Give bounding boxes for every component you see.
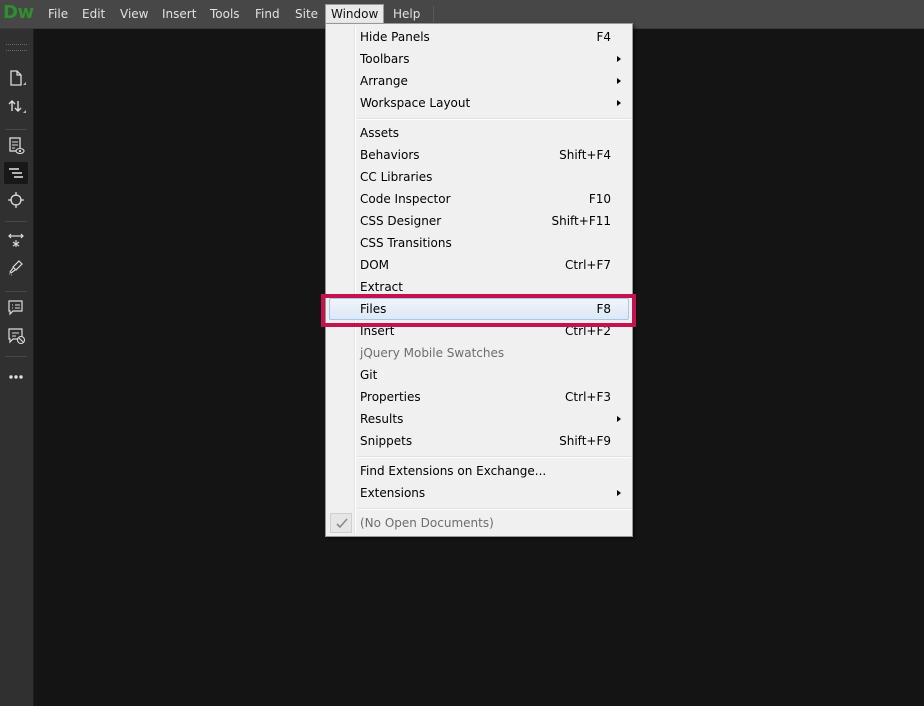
menuitem-label: Hide Panels [360, 30, 430, 44]
menuitem-label: CC Libraries [360, 170, 433, 184]
menuitem-shortcut: Shift+F9 [559, 434, 611, 448]
menuitem-label: CSS Transitions [360, 236, 452, 250]
menuitem-label: Find Extensions on Exchange... [360, 464, 547, 478]
menu-site[interactable]: Site [291, 5, 322, 23]
left-toolbar [0, 29, 34, 706]
toolbar-grip[interactable] [6, 44, 27, 51]
menuitem-workspace-layout[interactable]: Workspace Layout [329, 92, 629, 114]
menuitem-dom[interactable]: DOM Ctrl+F7 [329, 254, 629, 276]
menuitem-properties[interactable]: Properties Ctrl+F3 [329, 386, 629, 408]
menuitem-assets[interactable]: Assets [329, 122, 629, 144]
menuitem-no-open-documents: (No Open Documents) [329, 512, 629, 534]
inspect-icon[interactable] [4, 189, 28, 211]
menuitem-extensions[interactable]: Extensions [329, 482, 629, 504]
app-logo: Dw [3, 2, 34, 23]
menu-insert[interactable]: Insert [158, 5, 200, 23]
submenu-arrow-icon [617, 490, 621, 496]
menuitem-toolbars[interactable]: Toolbars [329, 48, 629, 70]
menu-help[interactable]: Help [389, 5, 424, 23]
menuitem-shortcut: F10 [588, 192, 611, 206]
menuitem-arrange[interactable]: Arrange [329, 70, 629, 92]
highlight-annotation [321, 294, 636, 327]
menuitem-label: Workspace Layout [360, 96, 471, 110]
submenu-arrow-icon [617, 416, 621, 422]
menu-separator [357, 508, 631, 510]
menuitem-find-extensions[interactable]: Find Extensions on Exchange... [329, 460, 629, 482]
comment-off-icon[interactable] [4, 325, 28, 347]
code-outline-icon[interactable] [4, 162, 28, 184]
menuitem-shortcut: Shift+F11 [551, 214, 611, 228]
menuitem-label: Arrange [360, 74, 408, 88]
menuitem-shortcut: Ctrl+F3 [565, 390, 611, 404]
menuitem-label: (No Open Documents) [360, 516, 494, 530]
menuitem-cc-libraries[interactable]: CC Libraries [329, 166, 629, 188]
comment-icon[interactable] [4, 297, 28, 319]
menuitem-label: DOM [360, 258, 390, 272]
menuitem-snippets[interactable]: Snippets Shift+F9 [329, 430, 629, 452]
menu-edit[interactable]: Edit [78, 5, 109, 23]
menuitem-code-inspector[interactable]: Code Inspector F10 [329, 188, 629, 210]
toolbar-divider [5, 356, 27, 357]
menuitem-label: Toolbars [360, 52, 410, 66]
brush-icon[interactable] [4, 257, 28, 279]
menuitem-jquery-mobile-swatches: jQuery Mobile Swatches [329, 342, 629, 364]
menuitem-shortcut: F4 [596, 30, 611, 44]
menuitem-label: Assets [360, 126, 400, 140]
file-transfer-icon[interactable] [4, 95, 28, 117]
menu-find[interactable]: Find [251, 5, 284, 23]
live-view-icon[interactable] [4, 135, 28, 157]
expand-collapse-icon[interactable] [4, 229, 28, 251]
menuitem-label: jQuery Mobile Swatches [360, 346, 505, 360]
menuitem-label: Properties [360, 390, 421, 404]
menuitem-label: Snippets [360, 434, 413, 448]
menu-file[interactable]: File [44, 5, 72, 23]
menuitem-css-designer[interactable]: CSS Designer Shift+F11 [329, 210, 629, 232]
submenu-arrow-icon [617, 78, 621, 84]
menu-window[interactable]: Window [325, 4, 385, 24]
window-menu-dropdown: Hide Panels F4 Toolbars Arrange Workspac… [325, 23, 633, 537]
menuitem-git[interactable]: Git [329, 364, 629, 386]
toolbar-divider [5, 291, 27, 292]
menuitem-hide-panels[interactable]: Hide Panels F4 [329, 26, 629, 48]
menuitem-behaviors[interactable]: Behaviors Shift+F4 [329, 144, 629, 166]
menu-separator [357, 118, 631, 120]
menubar-divider [433, 6, 434, 22]
menu-separator [357, 456, 631, 458]
menuitem-label: Code Inspector [360, 192, 451, 206]
more-options-icon[interactable] [4, 365, 28, 387]
menuitem-label: Git [360, 368, 378, 382]
toolbar-divider [5, 221, 27, 222]
menu-view[interactable]: View [116, 5, 152, 23]
menuitem-label: CSS Designer [360, 214, 442, 228]
toolbar-divider [5, 129, 27, 130]
menuitem-shortcut: Ctrl+F7 [565, 258, 611, 272]
submenu-arrow-icon [617, 56, 621, 62]
menuitem-label: Extensions [360, 486, 426, 500]
menuitem-label: Behaviors [360, 148, 420, 162]
menuitem-results[interactable]: Results [329, 408, 629, 430]
menuitem-shortcut: Shift+F4 [559, 148, 611, 162]
menuitem-label: Results [360, 412, 404, 426]
new-document-icon[interactable] [4, 67, 28, 89]
dreamweaver-window: Dw File Edit View Insert Tools Find Site… [0, 0, 924, 706]
submenu-arrow-icon [617, 100, 621, 106]
menuitem-css-transitions[interactable]: CSS Transitions [329, 232, 629, 254]
menu-tools[interactable]: Tools [206, 5, 244, 23]
